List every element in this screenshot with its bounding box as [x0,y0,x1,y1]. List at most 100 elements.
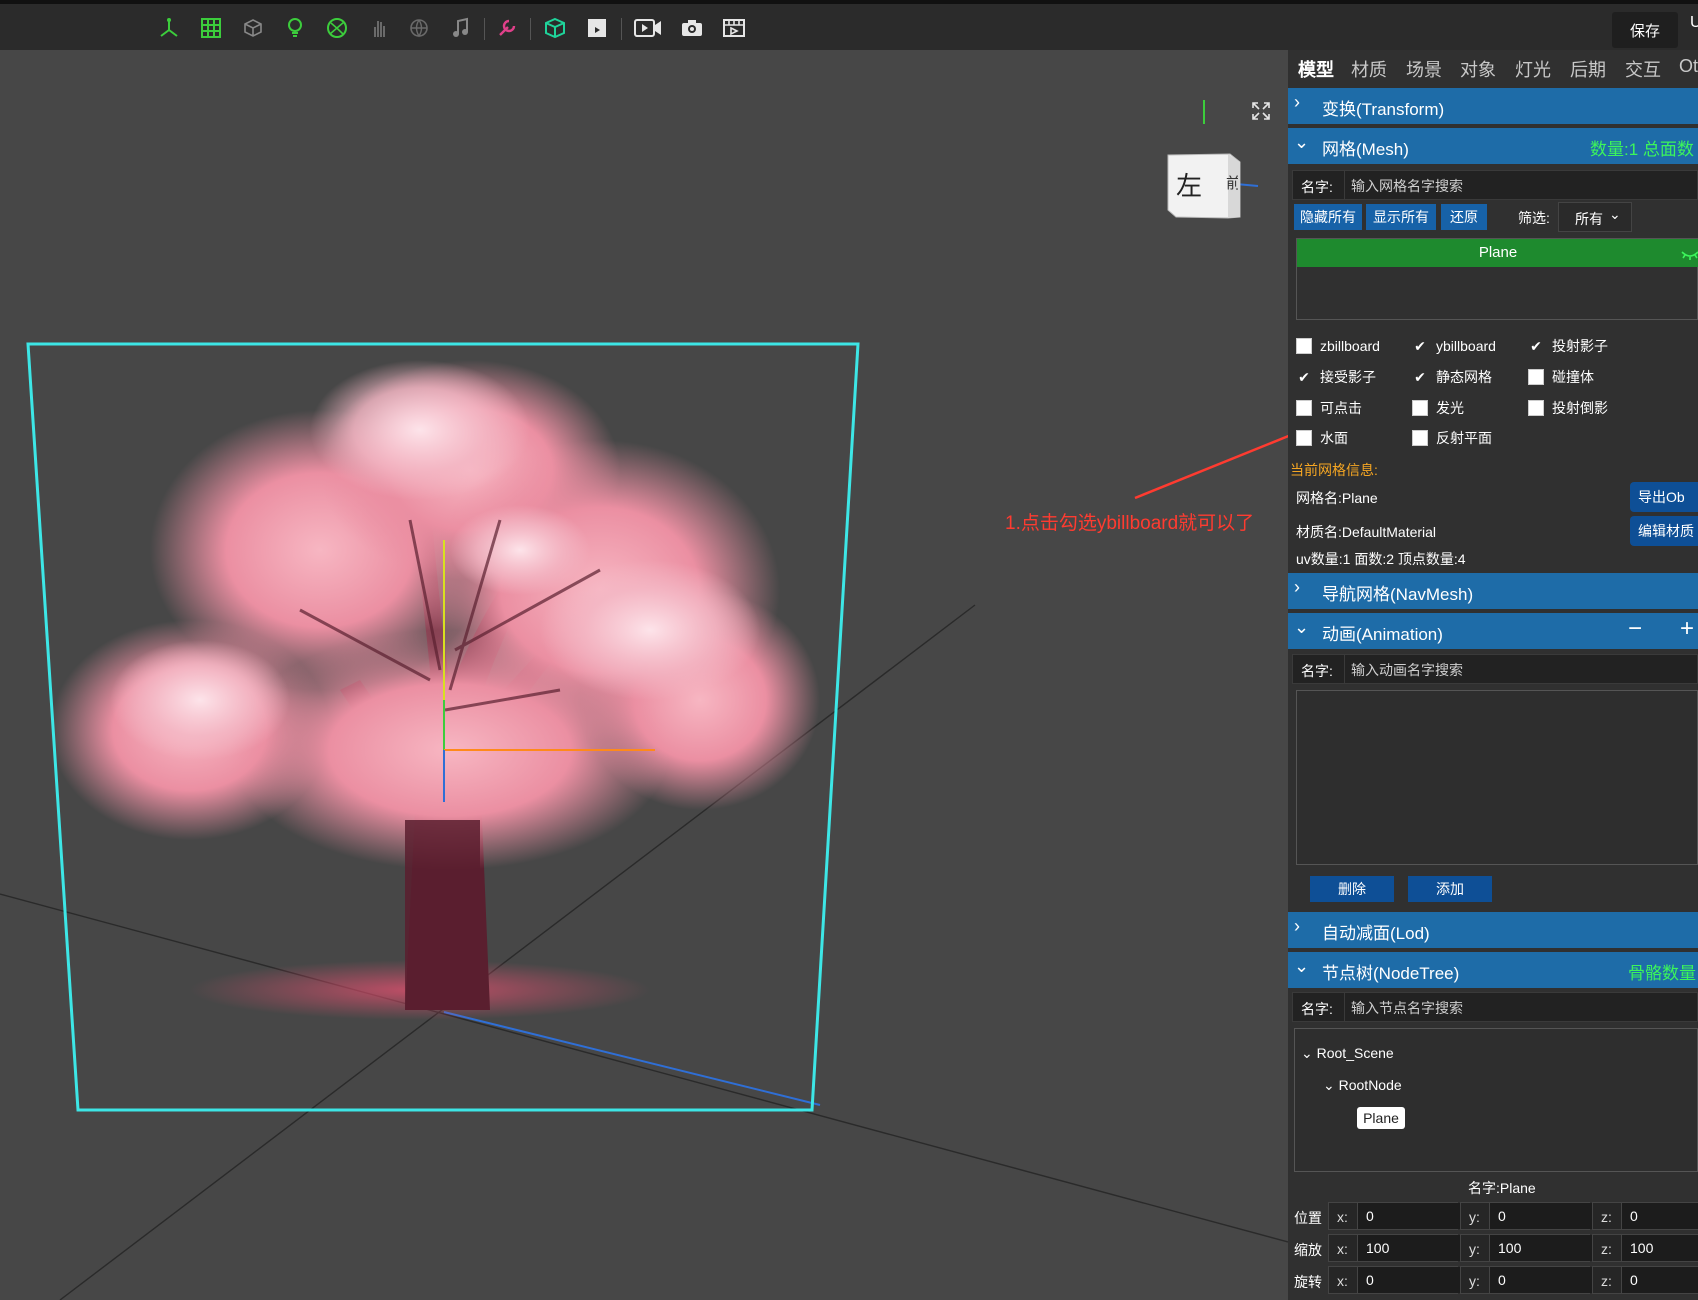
camera-icon[interactable] [680,16,704,40]
section-lod[interactable]: › 自动减面(Lod) [1288,912,1698,948]
section-navmesh[interactable]: › 导航网格(NavMesh) [1288,573,1698,609]
save-button[interactable]: 保存 [1612,12,1678,48]
ball-icon[interactable] [325,16,349,40]
film-icon[interactable] [722,16,746,40]
scale-y-field[interactable]: y: 100 [1460,1234,1598,1262]
position-x-field[interactable]: x: 0 [1328,1202,1466,1230]
checkbox-collider[interactable]: 碰撞体 [1528,367,1594,387]
tree-node-rootnode[interactable]: ⌄ RootNode [1323,1077,1402,1094]
add-plus-button[interactable]: + [1680,615,1694,643]
tab-scene[interactable]: 场景 [1406,56,1442,82]
position-y-field[interactable]: y: 0 [1460,1202,1598,1230]
node-search-input[interactable] [1349,996,1693,1020]
search-label: 名字: [1301,179,1333,195]
position-z-field[interactable]: z: 0 [1592,1202,1698,1230]
rotation-y-field[interactable]: y: 0 [1460,1266,1598,1294]
axis-label: x: [1337,1209,1348,1225]
mesh-info-name: 网格名:Plane [1296,490,1378,506]
rotation-y-value: 0 [1489,1267,1598,1293]
axis-label: z: [1601,1273,1612,1289]
hide-all-button[interactable]: 隐藏所有 [1294,204,1362,230]
axis-icon[interactable] [157,16,181,40]
view-cube-face-front[interactable]: 前 [1226,172,1238,193]
node-search-row: 名字: [1292,992,1698,1022]
filter-select[interactable]: 所有 ⌄ [1558,202,1632,232]
user-menu-button[interactable]: U [1690,14,1698,32]
scale-z-value: 100 [1621,1235,1698,1261]
scale-z-field[interactable]: z: 100 [1592,1234,1698,1262]
properties-panel: 模型 材质 场景 对象 灯光 后期 交互 Ot › 变换(Transform) … [1288,50,1698,1300]
mesh-search-input[interactable] [1349,174,1693,198]
tab-post[interactable]: 后期 [1570,56,1606,82]
wrench-icon[interactable] [495,16,519,40]
tab-material[interactable]: 材质 [1351,56,1387,82]
checkbox-reflection-plane[interactable]: 反射平面 [1412,428,1492,448]
eye-icon[interactable] [1681,247,1698,263]
section-animation[interactable]: ⌄ 动画(Animation) − + [1288,613,1698,649]
collapse-minus-button[interactable]: − [1628,615,1642,643]
tab-model[interactable]: 模型 [1298,56,1334,82]
rotation-x-value: 0 [1357,1267,1466,1293]
checkbox-label: 投射影子 [1552,338,1608,354]
tab-object[interactable]: 对象 [1460,56,1496,82]
chevron-down-icon: ⌄ [1294,617,1310,637]
checkbox-glow[interactable]: 发光 [1412,398,1464,418]
section-title: 导航网格(NavMesh) [1322,585,1474,604]
node-tree: ⌄ Root_Scene ⌄ RootNode Plane [1294,1028,1698,1172]
rotation-z-field[interactable]: z: 0 [1592,1266,1698,1294]
cube-icon[interactable] [241,16,265,40]
checkbox-clickable[interactable]: 可点击 [1296,398,1362,418]
checkbox-cast-reflection[interactable]: 投射倒影 [1528,398,1608,418]
tree-model[interactable] [50,360,820,1020]
fullscreen-icon[interactable] [1252,102,1270,125]
view-cube-face-left[interactable]: 左 [1176,166,1202,203]
scene-viewport[interactable]: 左 前 1.点击勾选ybillboard就可以了 [0,50,1288,1300]
music-icon[interactable] [449,16,473,40]
rotation-x-field[interactable]: x: 0 [1328,1266,1466,1294]
axis-label: y: [1469,1273,1480,1289]
animation-list[interactable] [1296,690,1698,865]
delete-animation-button[interactable]: 删除 [1310,876,1394,902]
checkbox-receive-shadow[interactable]: ✔ 接受影子 [1296,367,1376,387]
restore-button[interactable]: 还原 [1441,204,1487,230]
section-nodetree[interactable]: ⌄ 节点树(NodeTree) 骨骼数量 [1288,952,1698,988]
axis-label: z: [1601,1241,1612,1257]
checkbox-water[interactable]: 水面 [1296,428,1348,448]
section-mesh[interactable]: ⌄ 网格(Mesh) 数量:1 总面数 [1288,128,1698,164]
scale-y-value: 100 [1489,1235,1598,1261]
scale-x-field[interactable]: x: 100 [1328,1234,1466,1262]
tree-node-plane[interactable]: Plane [1357,1107,1405,1129]
scale-row: 缩放 x: 100 y: 100 z: 100 [1288,1234,1698,1264]
edit-material-button[interactable]: 编辑材质 [1630,516,1698,546]
tab-interaction[interactable]: 交互 [1625,56,1661,82]
checkbox-label: 水面 [1320,430,1348,446]
checkbox-ybillboard[interactable]: ✔ ybillboard [1412,336,1496,356]
clapper-icon[interactable] [585,16,609,40]
light-bulb-icon[interactable] [283,16,307,40]
checkbox-label: 发光 [1436,400,1464,416]
section-transform[interactable]: › 变换(Transform) [1288,88,1698,124]
animation-search-row: 名字: [1292,654,1698,684]
tab-other[interactable]: Ot [1679,56,1698,77]
tree-node-root[interactable]: ⌄ Root_Scene [1301,1045,1394,1062]
section-title: 节点树(NodeTree) [1322,964,1460,983]
checkbox-static-mesh[interactable]: ✔ 静态网格 [1412,367,1492,387]
video-icon[interactable] [634,16,662,40]
tab-light[interactable]: 灯光 [1515,56,1551,82]
grid-icon[interactable] [199,16,223,40]
checkbox-zbillboard[interactable]: zbillboard [1296,336,1380,356]
section-title: 自动减面(Lod) [1322,924,1430,943]
axis-label: y: [1469,1241,1480,1257]
box-icon[interactable] [543,16,567,40]
mesh-list-item[interactable]: Plane [1297,239,1698,267]
checkbox-cast-shadow[interactable]: ✔ 投射影子 [1528,336,1608,356]
add-animation-button[interactable]: 添加 [1408,876,1492,902]
hand-icon[interactable] [367,16,391,40]
checkbox-label: 碰撞体 [1552,369,1594,385]
animation-search-input[interactable] [1349,658,1693,682]
export-button[interactable]: 导出Ob [1630,482,1698,512]
show-all-button[interactable]: 显示所有 [1366,204,1436,230]
position-row: 位置 x: 0 y: 0 z: 0 [1288,1202,1698,1232]
axis-label: x: [1337,1241,1348,1257]
globe-icon[interactable] [407,16,431,40]
